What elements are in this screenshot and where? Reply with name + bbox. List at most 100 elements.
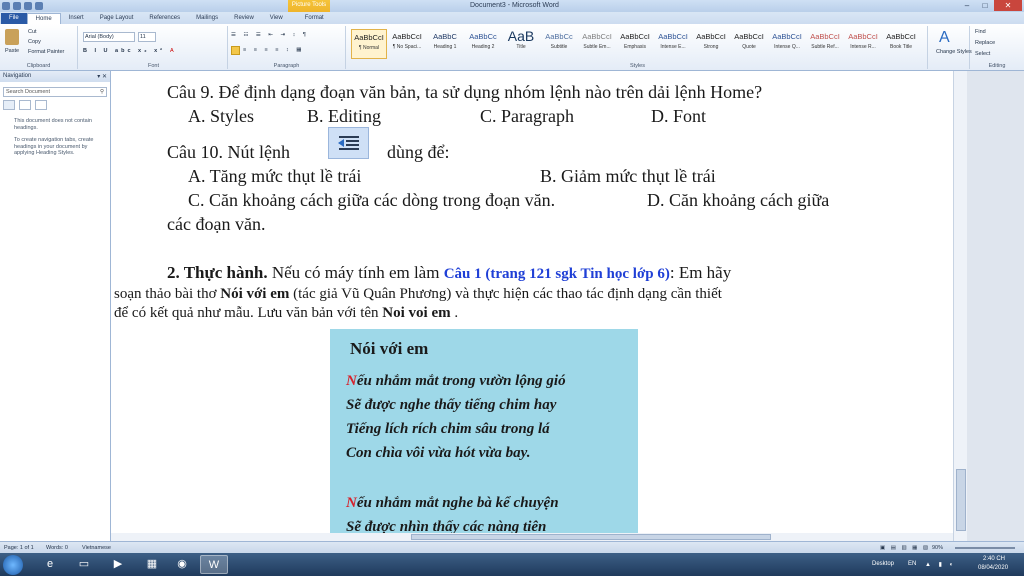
save-icon[interactable] [13,2,21,10]
style-10[interactable]: AaBbCcI Quote [731,29,767,59]
style-12[interactable]: AaBbCcI Subtle Ref... [807,29,843,59]
media-player-icon[interactable]: ▶ [104,555,132,574]
browse-headings-tab[interactable] [3,100,15,110]
clock-time[interactable]: 2:40 CH [983,556,1005,562]
question-10-suffix: dùng để: [387,142,450,162]
word-app-icon[interactable] [2,2,10,10]
close-icon[interactable]: ▾ ✕ [97,73,107,80]
align-left-icon[interactable] [231,46,240,55]
horizontal-scrollbar[interactable] [111,533,953,541]
redo-icon[interactable] [35,2,43,10]
tab-format[interactable]: Format [297,13,332,24]
minimize-button[interactable]: – [958,0,976,11]
practice-line3-pre: để có kết quả như mẫu. Lưu văn bản với t… [114,305,383,321]
tab-references[interactable]: References [141,13,188,24]
tab-file[interactable]: File [1,13,27,24]
language-indicator[interactable]: Vietnamese [82,545,111,551]
decrease-indent-icon-image[interactable] [328,127,369,159]
font-name-select[interactable]: Arial (Body) [83,32,135,42]
desktop-toolbar[interactable]: Desktop [872,561,894,567]
undo-icon[interactable] [24,2,32,10]
style-name: Subtle Ref... [811,44,839,50]
style-sample: AaBbCcI [810,32,840,41]
browse-pages-tab[interactable] [19,100,31,110]
start-button[interactable] [3,555,23,575]
navigation-title: Navigation [3,73,32,79]
font-format-buttons[interactable]: B I U abc x₂ x² [83,48,165,54]
style-3[interactable]: AaBbCc Heading 2 [465,29,501,59]
tab-insert[interactable]: Insert [61,13,92,24]
close-button[interactable]: ✕ [994,0,1022,11]
find-button[interactable]: Find [975,29,986,35]
vertical-scrollbar[interactable] [953,71,967,541]
format-painter-button[interactable]: Format Painter [28,49,64,55]
chrome-icon[interactable]: ◉ [168,555,196,574]
change-styles-button[interactable]: Change Styles [936,49,972,55]
replace-button[interactable]: Replace [975,40,995,46]
style-1[interactable]: AaBbCcI ¶ No Spaci... [389,29,425,59]
page-count[interactable]: Page: 1 of 1 [4,545,34,551]
cut-button[interactable]: Cut [28,29,37,35]
style-14[interactable]: AaBbCcI Book Title [883,29,919,59]
calendar-icon[interactable]: ▦ [138,555,166,574]
poem-image[interactable]: Nói với em Nếu nhắm mắt trong vườn lộng … [330,329,638,541]
tray-icons[interactable]: ▲ ▮ ◐ [925,561,956,568]
font-size-select[interactable]: 11 [138,32,156,42]
style-name: Intense Q... [774,44,800,50]
style-name: Heading 2 [471,44,495,50]
word-taskbar-icon[interactable]: W [200,555,228,574]
horizontal-scroll-thumb[interactable] [411,534,771,540]
style-0[interactable]: AaBbCcI ¶ Normal [351,29,387,59]
tab-page-layout[interactable]: Page Layout [92,13,142,24]
style-9[interactable]: AaBbCcI Strong [693,29,729,59]
style-6[interactable]: AaBbCcI Subtle Em... [579,29,615,59]
style-13[interactable]: AaBbCcI Intense R... [845,29,881,59]
vertical-scroll-thumb[interactable] [956,469,966,531]
copy-button[interactable]: Copy [28,39,41,45]
view-buttons[interactable]: ▣ ▤ ▥ ▦ ▧ [880,545,930,551]
word-count[interactable]: Words: 0 [46,545,68,551]
practice-link[interactable]: Câu 1 (trang 121 sgk Tin học lớp 6) [444,266,670,282]
select-button[interactable]: Select [975,51,990,57]
tab-mailings[interactable]: Mailings [188,13,226,24]
style-11[interactable]: AaBbCcI Intense Q... [769,29,805,59]
style-5[interactable]: AaBbCc Subtitle [541,29,577,59]
search-placeholder: Search Document [6,89,51,95]
style-sample: AaBbCcI [620,32,650,41]
font-color-icon[interactable]: A [170,48,174,54]
paste-button[interactable]: Paste [5,48,19,54]
ie-icon[interactable]: e [36,555,64,574]
ribbon: Paste Cut Copy Format Painter Clipboard … [0,24,1024,71]
file-explorer-icon[interactable]: ▭ [70,555,98,574]
navigation-search-input[interactable]: Search Document ⚲ [3,87,107,97]
maximize-button[interactable]: □ [976,0,994,11]
tab-home[interactable]: Home [26,13,61,24]
style-sample: AaB [507,28,535,44]
search-icon[interactable]: ⚲ [100,89,104,95]
paste-icon[interactable] [5,29,19,45]
style-8[interactable]: AaBbCcI Intense E... [655,29,691,59]
clock-date[interactable]: 08/04/2020 [978,565,1008,571]
tab-review[interactable]: Review [226,13,262,24]
style-4[interactable]: AaB Title [503,29,539,59]
style-2[interactable]: AaBbC Heading 1 [427,29,463,59]
list-buttons[interactable]: ☰ ☷ ☰ ⇤ ⇥ ↕ ¶ [231,32,309,38]
practice-line2-post: (tác giả Vũ Quân Phương) và thực hiện cá… [289,286,722,302]
style-name: ¶ No Spaci... [392,44,422,50]
decrease-indent-icon [338,136,359,150]
style-sample: AaBbCcI [696,32,726,41]
document-page[interactable]: Câu 9. Để định dạng đoạn văn bản, ta sử … [111,71,953,541]
practice-line2-pre: soạn thảo bài thơ [114,286,221,302]
poem-line: Nếu nhắm mắt trong vườn lộng gió [346,373,566,390]
browse-results-tab[interactable] [35,100,47,110]
zoom-level[interactable]: 90% [932,545,943,551]
zoom-slider[interactable] [955,547,1015,549]
font-group: Arial (Body) 11 B I U abc x₂ x² A Font [80,26,228,69]
alignment-buttons[interactable]: ≡ ≡ ≡ ≡ ↕ ▦ [243,47,304,53]
style-7[interactable]: AaBbCcI Emphasis [617,29,653,59]
tab-view[interactable]: View [262,13,291,24]
style-sample: AaBbCcI [658,32,688,41]
language-tray[interactable]: EN [908,561,916,567]
style-sample: AaBbCcI [772,32,802,41]
change-styles-icon[interactable]: A [939,29,950,47]
